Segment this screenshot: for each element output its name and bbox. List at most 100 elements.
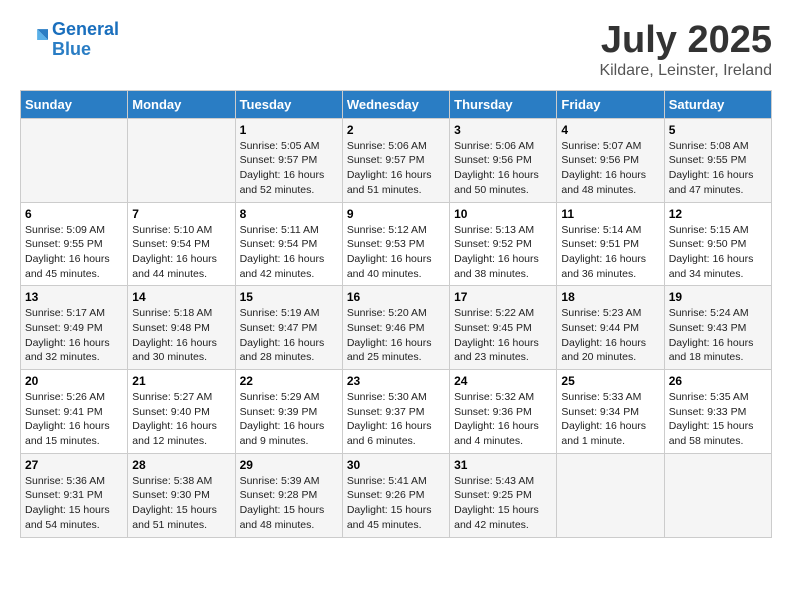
day-info: Sunrise: 5:38 AMSunset: 9:30 PMDaylight:…: [132, 474, 230, 533]
day-info: Sunrise: 5:26 AMSunset: 9:41 PMDaylight:…: [25, 390, 123, 449]
day-number: 19: [669, 290, 767, 304]
day-number: 26: [669, 374, 767, 388]
day-number: 7: [132, 207, 230, 221]
day-cell: 1Sunrise: 5:05 AMSunset: 9:57 PMDaylight…: [235, 118, 342, 202]
title-block: July 2025 Kildare, Leinster, Ireland: [599, 20, 772, 80]
day-cell: 17 Sunrise: 5:22 AMSunset: 9:45 PMDayligh…: [450, 286, 557, 370]
day-cell: 10Sunrise: 5:13 AMSunset: 9:52 PMDayligh…: [450, 202, 557, 286]
day-number: 4: [561, 123, 659, 137]
day-number: 24: [454, 374, 552, 388]
day-info: Sunrise: 5:06 AMSunset: 9:57 PMDaylight:…: [347, 139, 445, 198]
day-cell: [664, 453, 771, 537]
week-row-4: 20Sunrise: 5:26 AMSunset: 9:41 PMDayligh…: [21, 370, 772, 454]
calendar-body: 1Sunrise: 5:05 AMSunset: 9:57 PMDaylight…: [21, 118, 772, 537]
day-info: Sunrise: 5:06 AMSunset: 9:56 PMDaylight:…: [454, 139, 552, 198]
day-info: Sunrise: 5:32 AMSunset: 9:36 PMDaylight:…: [454, 390, 552, 449]
day-cell: 9 Sunrise: 5:12 AMSunset: 9:53 PMDaylight…: [342, 202, 449, 286]
day-cell: 31Sunrise: 5:43 AMSunset: 9:25 PMDayligh…: [450, 453, 557, 537]
logo: General Blue: [20, 20, 119, 60]
day-info: Sunrise: 5:20 AMSunset: 9:46 PMDaylight:…: [347, 306, 445, 365]
day-cell: 7 Sunrise: 5:10 AMSunset: 9:54 PMDaylight…: [128, 202, 235, 286]
day-cell: [21, 118, 128, 202]
week-row-2: 6Sunrise: 5:09 AMSunset: 9:55 PMDaylight…: [21, 202, 772, 286]
day-info: Sunrise: 5:14 AMSunset: 9:51 PMDaylight:…: [561, 223, 659, 282]
day-number: 29: [240, 458, 338, 472]
day-cell: 12Sunrise: 5:15 AMSunset: 9:50 PMDayligh…: [664, 202, 771, 286]
day-info: Sunrise: 5:23 AMSunset: 9:44 PMDaylight:…: [561, 306, 659, 365]
day-number: 23: [347, 374, 445, 388]
day-number: 18: [561, 290, 659, 304]
day-number: 28: [132, 458, 230, 472]
day-number: 9: [347, 207, 445, 221]
day-info: Sunrise: 5:29 AMSunset: 9:39 PMDaylight:…: [240, 390, 338, 449]
day-info: Sunrise: 5:07 AMSunset: 9:56 PMDaylight:…: [561, 139, 659, 198]
day-cell: 13 Sunrise: 5:17 AMSunset: 9:49 PMDayligh…: [21, 286, 128, 370]
day-cell: 29 Sunrise: 5:39 AMSunset: 9:28 PMDayligh…: [235, 453, 342, 537]
day-info: Sunrise: 5:22 AMSunset: 9:45 PMDaylight:…: [454, 306, 552, 365]
week-row-3: 13 Sunrise: 5:17 AMSunset: 9:49 PMDayligh…: [21, 286, 772, 370]
header-cell-friday: Friday: [557, 90, 664, 118]
day-cell: 15 Sunrise: 5:19 AMSunset: 9:47 PMDayligh…: [235, 286, 342, 370]
day-info: Sunrise: 5:19 AMSunset: 9:47 PMDaylight:…: [240, 306, 338, 365]
day-info: Sunrise: 5:35 AMSunset: 9:33 PMDaylight:…: [669, 390, 767, 449]
day-cell: 20Sunrise: 5:26 AMSunset: 9:41 PMDayligh…: [21, 370, 128, 454]
day-number: 27: [25, 458, 123, 472]
calendar-header: SundayMondayTuesdayWednesdayThursdayFrid…: [21, 90, 772, 118]
subtitle: Kildare, Leinster, Ireland: [599, 62, 772, 80]
day-cell: 11Sunrise: 5:14 AMSunset: 9:51 PMDayligh…: [557, 202, 664, 286]
header-cell-thursday: Thursday: [450, 90, 557, 118]
day-info: Sunrise: 5:24 AMSunset: 9:43 PMDaylight:…: [669, 306, 767, 365]
day-cell: 18 Sunrise: 5:23 AMSunset: 9:44 PMDayligh…: [557, 286, 664, 370]
day-number: 6: [25, 207, 123, 221]
day-cell: 2Sunrise: 5:06 AMSunset: 9:57 PMDaylight…: [342, 118, 449, 202]
day-info: Sunrise: 5:08 AMSunset: 9:55 PMDaylight:…: [669, 139, 767, 198]
header-cell-saturday: Saturday: [664, 90, 771, 118]
header-cell-monday: Monday: [128, 90, 235, 118]
day-cell: [128, 118, 235, 202]
logo-icon: [20, 26, 48, 54]
day-cell: 3 Sunrise: 5:06 AMSunset: 9:56 PMDaylight…: [450, 118, 557, 202]
day-number: 1: [240, 123, 338, 137]
day-number: 30: [347, 458, 445, 472]
day-number: 13: [25, 290, 123, 304]
day-number: 16: [347, 290, 445, 304]
day-number: 22: [240, 374, 338, 388]
day-number: 12: [669, 207, 767, 221]
day-cell: 8 Sunrise: 5:11 AMSunset: 9:54 PMDaylight…: [235, 202, 342, 286]
day-info: Sunrise: 5:30 AMSunset: 9:37 PMDaylight:…: [347, 390, 445, 449]
page-header: General Blue July 2025 Kildare, Leinster…: [20, 20, 772, 80]
day-info: Sunrise: 5:33 AMSunset: 9:34 PMDaylight:…: [561, 390, 659, 449]
day-cell: 30Sunrise: 5:41 AMSunset: 9:26 PMDayligh…: [342, 453, 449, 537]
day-info: Sunrise: 5:27 AMSunset: 9:40 PMDaylight:…: [132, 390, 230, 449]
day-number: 17: [454, 290, 552, 304]
day-number: 15: [240, 290, 338, 304]
day-cell: 25 Sunrise: 5:33 AMSunset: 9:34 PMDayligh…: [557, 370, 664, 454]
week-row-5: 27Sunrise: 5:36 AMSunset: 9:31 PMDayligh…: [21, 453, 772, 537]
day-info: Sunrise: 5:17 AMSunset: 9:49 PMDaylight:…: [25, 306, 123, 365]
day-info: Sunrise: 5:12 AMSunset: 9:53 PMDaylight:…: [347, 223, 445, 282]
day-cell: [557, 453, 664, 537]
day-info: Sunrise: 5:11 AMSunset: 9:54 PMDaylight:…: [240, 223, 338, 282]
day-info: Sunrise: 5:18 AMSunset: 9:48 PMDaylight:…: [132, 306, 230, 365]
calendar-table: SundayMondayTuesdayWednesdayThursdayFrid…: [20, 90, 772, 538]
day-cell: 19 Sunrise: 5:24 AMSunset: 9:43 PMDayligh…: [664, 286, 771, 370]
day-number: 14: [132, 290, 230, 304]
header-cell-sunday: Sunday: [21, 90, 128, 118]
day-number: 25: [561, 374, 659, 388]
day-info: Sunrise: 5:39 AMSunset: 9:28 PMDaylight:…: [240, 474, 338, 533]
day-number: 5: [669, 123, 767, 137]
day-number: 21: [132, 374, 230, 388]
day-cell: 27Sunrise: 5:36 AMSunset: 9:31 PMDayligh…: [21, 453, 128, 537]
day-cell: 21 Sunrise: 5:27 AMSunset: 9:40 PMDayligh…: [128, 370, 235, 454]
header-row: SundayMondayTuesdayWednesdayThursdayFrid…: [21, 90, 772, 118]
day-info: Sunrise: 5:10 AMSunset: 9:54 PMDaylight:…: [132, 223, 230, 282]
day-number: 3: [454, 123, 552, 137]
day-cell: 24 Sunrise: 5:32 AMSunset: 9:36 PMDayligh…: [450, 370, 557, 454]
day-cell: 26 Sunrise: 5:35 AMSunset: 9:33 PMDayligh…: [664, 370, 771, 454]
logo-line1: General: [52, 19, 119, 39]
day-info: Sunrise: 5:13 AMSunset: 9:52 PMDaylight:…: [454, 223, 552, 282]
week-row-1: 1Sunrise: 5:05 AMSunset: 9:57 PMDaylight…: [21, 118, 772, 202]
header-cell-tuesday: Tuesday: [235, 90, 342, 118]
day-number: 8: [240, 207, 338, 221]
day-cell: 4 Sunrise: 5:07 AMSunset: 9:56 PMDaylight…: [557, 118, 664, 202]
